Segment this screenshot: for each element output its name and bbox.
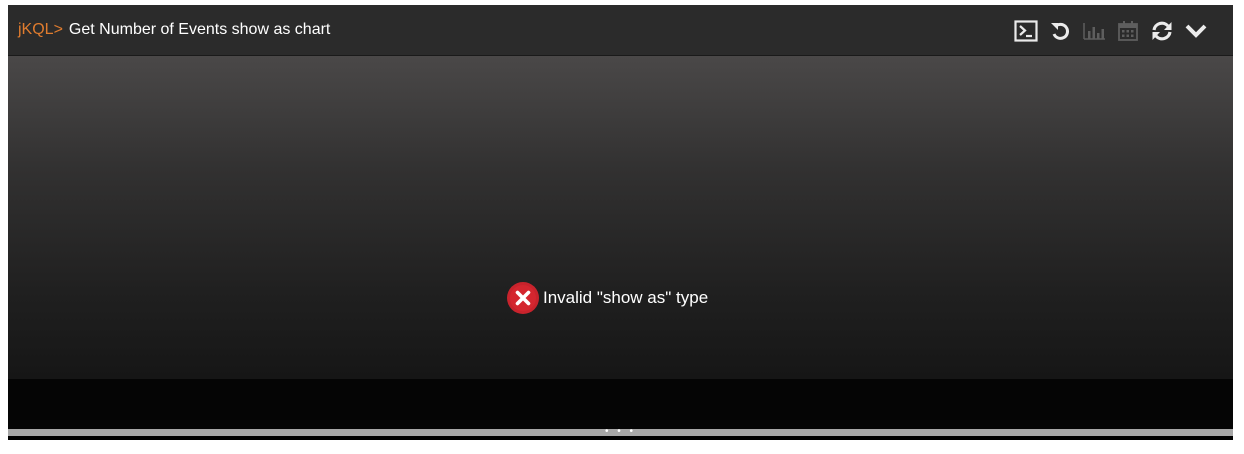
calendar-icon[interactable] xyxy=(1115,18,1141,44)
bar-chart-icon[interactable] xyxy=(1081,18,1107,44)
query-widget: jKQL> Get Number of Events show as chart xyxy=(8,5,1233,440)
widget-footer xyxy=(8,379,1233,429)
error-x-icon xyxy=(506,281,540,315)
grip-dots-icon: • • • xyxy=(604,426,637,437)
chart-area: Invalid "show as" type xyxy=(8,56,1233,379)
query-title: Get Number of Events show as chart xyxy=(68,21,331,38)
chevron-down-icon[interactable] xyxy=(1183,18,1209,44)
refresh-icon[interactable] xyxy=(1149,18,1175,44)
widget-header: jKQL> Get Number of Events show as chart xyxy=(8,5,1233,56)
widget-toolbar xyxy=(1013,18,1209,44)
undo-icon[interactable] xyxy=(1047,18,1073,44)
terminal-icon[interactable] xyxy=(1013,18,1039,44)
error-message: Invalid "show as" type xyxy=(506,281,708,315)
query-prefix: jKQL> xyxy=(18,21,63,38)
widget-title: jKQL> Get Number of Events show as chart xyxy=(8,21,330,39)
error-message-text: Invalid "show as" type xyxy=(543,288,709,307)
resize-handle[interactable]: • • • xyxy=(8,426,1233,437)
